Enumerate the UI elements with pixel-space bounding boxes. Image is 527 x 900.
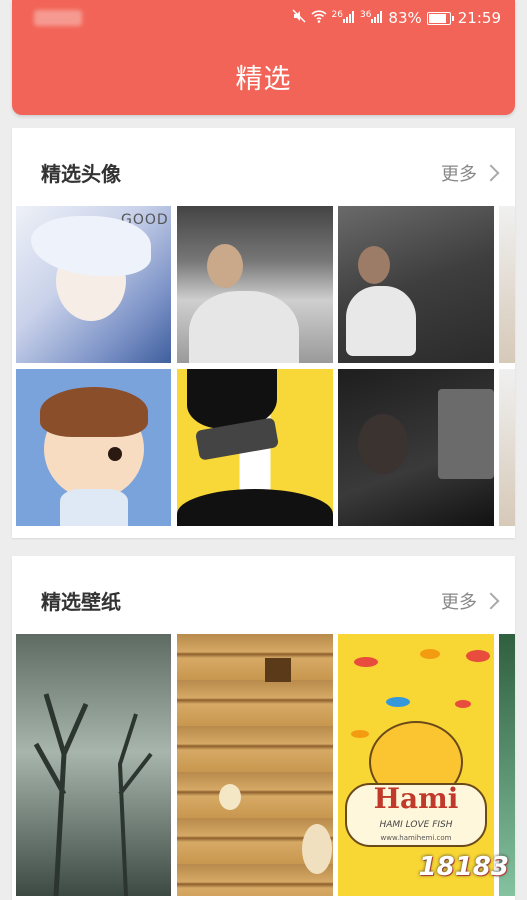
wallpaper-image-url: www.hamihemi.com (380, 834, 452, 842)
wallpaper-image-subtitle: HAMI LOVE FISH (379, 820, 453, 830)
more-label: 更多 (441, 592, 477, 613)
wallpaper-image-title: Hami (373, 782, 459, 815)
signal-label-b: 36 (359, 10, 372, 20)
section-title: 精选壁纸 (41, 590, 121, 614)
more-avatars-link[interactable]: 更多 (441, 160, 500, 186)
avatar-thumbnail[interactable]: GOOD (16, 206, 171, 363)
avatar-thumbnail[interactable] (338, 369, 494, 526)
featured-avatars-section: 精选头像 更多 GOOD (12, 128, 515, 538)
chevron-right-icon (482, 592, 500, 610)
avatar-thumbnail-partial[interactable] (499, 369, 515, 526)
featured-wallpapers-section: 精选壁纸 更多 Hami HAMI LOVE FISH www.hamihemi… (12, 556, 515, 900)
clock: 21:59 (457, 9, 501, 27)
carrier-name-blurred (34, 10, 82, 26)
wallpaper-thumbnail[interactable] (16, 634, 171, 896)
status-bar: 26 36 83% 21:59 (12, 0, 515, 38)
section-title: 精选头像 (41, 162, 121, 186)
avatar-thumbnail[interactable] (16, 369, 171, 526)
signal-icon: 26 (332, 9, 355, 27)
more-label: 更多 (441, 164, 477, 185)
chevron-right-icon (482, 164, 500, 182)
wifi-icon (310, 9, 327, 27)
avatar-thumbnail[interactable] (177, 369, 333, 526)
signal-label-a: 26 (331, 10, 343, 20)
avatar-thumbnail[interactable] (177, 206, 333, 363)
more-wallpapers-link[interactable]: 更多 (441, 588, 500, 614)
avatar-thumbnail-partial[interactable] (499, 206, 515, 363)
site-watermark-logo: 18183 (418, 852, 509, 882)
signal-icon-2: 36 (360, 9, 383, 27)
wallpaper-thumbnail[interactable] (177, 634, 333, 896)
app-header: 26 36 83% 21:59 精选 (12, 0, 515, 115)
battery-percent: 83% (388, 9, 422, 27)
avatar-thumbnail[interactable] (338, 206, 494, 363)
page-title: 精选 (235, 64, 292, 95)
battery-icon (426, 11, 454, 25)
mute-icon (291, 9, 306, 27)
